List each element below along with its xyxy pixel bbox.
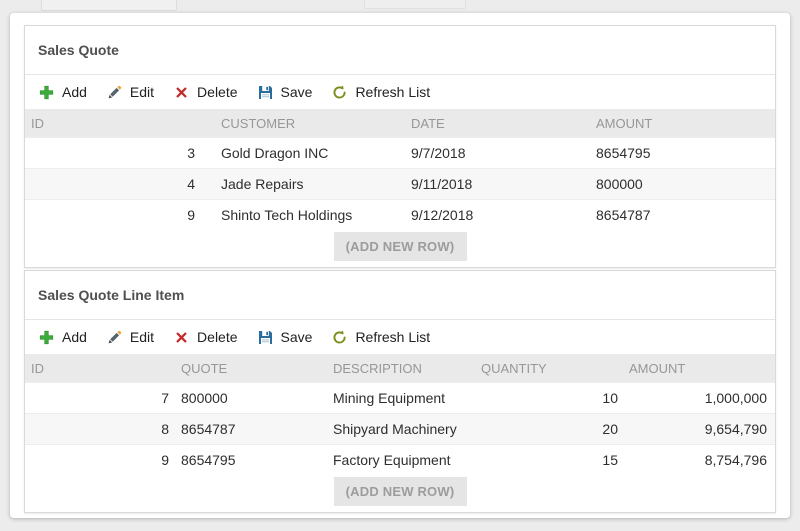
refresh-icon — [331, 329, 348, 346]
column-header-id: ID — [25, 109, 215, 138]
cell-id: 9 — [25, 200, 215, 231]
cell-quote: 8654795 — [175, 445, 327, 476]
cell-description: Shipyard Machinery — [327, 414, 475, 445]
cell-quantity: 15 — [475, 445, 623, 476]
cell-date: 9/7/2018 — [405, 138, 590, 169]
cell-amount: 1,000,000 — [623, 383, 775, 414]
save-button[interactable]: Save — [257, 84, 313, 101]
cell-date: 9/12/2018 — [405, 200, 590, 231]
cell-customer: Jade Repairs — [215, 169, 405, 200]
add-button-label: Add — [62, 84, 87, 100]
cell-id: 4 — [25, 169, 215, 200]
cutoff-artifact — [41, 0, 177, 11]
pencil-icon — [106, 84, 123, 101]
cutoff-artifact — [364, 0, 466, 9]
cell-amount: 800000 — [590, 169, 775, 200]
edit-button-label: Edit — [130, 329, 154, 345]
cell-id: 3 — [25, 138, 215, 169]
panel-title: Sales Quote — [25, 26, 775, 75]
cell-id: 8 — [25, 414, 175, 445]
refresh-list-button[interactable]: Refresh List — [331, 329, 430, 346]
cell-quantity: 20 — [475, 414, 623, 445]
column-header-amount: AMOUNT — [623, 354, 775, 383]
table-row[interactable]: 8 8654787 Shipyard Machinery 20 9,654,79… — [25, 414, 775, 445]
table-row[interactable]: 9 8654795 Factory Equipment 15 8,754,796 — [25, 445, 775, 476]
cell-quote: 8654787 — [175, 414, 327, 445]
cell-quantity: 10 — [475, 383, 623, 414]
edit-button[interactable]: Edit — [106, 329, 154, 346]
grid-footer: (ADD NEW ROW) — [25, 475, 775, 512]
refresh-list-button-label: Refresh List — [355, 84, 430, 100]
edit-button[interactable]: Edit — [106, 84, 154, 101]
cell-id: 9 — [25, 445, 175, 476]
table-row[interactable]: 7 800000 Mining Equipment 10 1,000,000 — [25, 383, 775, 414]
column-header-customer: CUSTOMER — [215, 109, 405, 138]
plus-icon — [38, 329, 55, 346]
column-header-date: DATE — [405, 109, 590, 138]
delete-button-label: Delete — [197, 84, 237, 100]
cell-amount: 8654795 — [590, 138, 775, 169]
panel-title: Sales Quote Line Item — [25, 271, 775, 320]
refresh-icon — [331, 84, 348, 101]
delete-x-icon — [173, 329, 190, 346]
column-header-quantity: QUANTITY — [475, 354, 623, 383]
cell-date: 9/11/2018 — [405, 169, 590, 200]
delete-button[interactable]: Delete — [173, 84, 237, 101]
save-button-label: Save — [281, 84, 313, 100]
toolbar: Add Edit Delete Save — [25, 75, 775, 109]
sales-quote-line-item-panel: Sales Quote Line Item Add Edit Delete — [24, 270, 776, 513]
cell-amount: 8654787 — [590, 200, 775, 231]
column-header-id: ID — [25, 354, 175, 383]
add-new-row-button[interactable]: (ADD NEW ROW) — [334, 477, 467, 506]
add-button[interactable]: Add — [38, 84, 87, 101]
cell-customer: Shinto Tech Holdings — [215, 200, 405, 231]
sales-quote-panel: Sales Quote Add Edit Delete — [24, 25, 776, 268]
cell-id: 7 — [25, 383, 175, 414]
toolbar: Add Edit Delete Save — [25, 320, 775, 354]
grid-footer: (ADD NEW ROW) — [25, 230, 775, 267]
table-row[interactable]: 4 Jade Repairs 9/11/2018 800000 — [25, 169, 775, 200]
delete-button-label: Delete — [197, 329, 237, 345]
delete-button[interactable]: Delete — [173, 329, 237, 346]
save-button-label: Save — [281, 329, 313, 345]
table-header-row: ID CUSTOMER DATE AMOUNT — [25, 109, 775, 138]
pencil-icon — [106, 329, 123, 346]
add-new-row-button[interactable]: (ADD NEW ROW) — [334, 232, 467, 261]
cell-description: Mining Equipment — [327, 383, 475, 414]
add-button-label: Add — [62, 329, 87, 345]
cell-amount: 9,654,790 — [623, 414, 775, 445]
save-button[interactable]: Save — [257, 329, 313, 346]
column-header-description: DESCRIPTION — [327, 354, 475, 383]
column-header-quote: QUOTE — [175, 354, 327, 383]
cell-amount: 8,754,796 — [623, 445, 775, 476]
table-header-row: ID QUOTE DESCRIPTION QUANTITY AMOUNT — [25, 354, 775, 383]
plus-icon — [38, 84, 55, 101]
floppy-disk-icon — [257, 329, 274, 346]
sales-quote-line-item-table: ID QUOTE DESCRIPTION QUANTITY AMOUNT 7 8… — [25, 354, 775, 475]
refresh-list-button-label: Refresh List — [355, 329, 430, 345]
cell-quote: 800000 — [175, 383, 327, 414]
table-row[interactable]: 9 Shinto Tech Holdings 9/12/2018 8654787 — [25, 200, 775, 231]
edit-button-label: Edit — [130, 84, 154, 100]
delete-x-icon — [173, 84, 190, 101]
cell-description: Factory Equipment — [327, 445, 475, 476]
refresh-list-button[interactable]: Refresh List — [331, 84, 430, 101]
cell-customer: Gold Dragon INC — [215, 138, 405, 169]
sales-quote-table: ID CUSTOMER DATE AMOUNT 3 Gold Dragon IN… — [25, 109, 775, 230]
add-button[interactable]: Add — [38, 329, 87, 346]
table-row[interactable]: 3 Gold Dragon INC 9/7/2018 8654795 — [25, 138, 775, 169]
floppy-disk-icon — [257, 84, 274, 101]
content-card: Sales Quote Add Edit Delete — [10, 13, 790, 518]
column-header-amount: AMOUNT — [590, 109, 775, 138]
